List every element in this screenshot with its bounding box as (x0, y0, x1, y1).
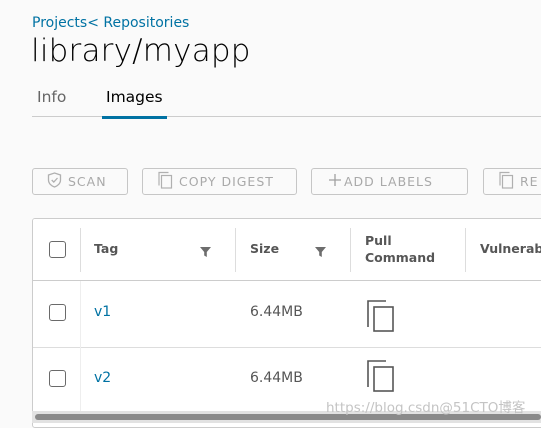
add-labels-button[interactable]: ADD LABELS (311, 168, 468, 195)
tab-bar: Info Images (32, 83, 541, 119)
tab-images[interactable]: Images (102, 88, 167, 119)
tab-info[interactable]: Info (37, 88, 66, 106)
select-all-checkbox[interactable] (49, 241, 66, 258)
breadcrumb-projects-link[interactable]: Projects (32, 15, 87, 31)
plus-icon (328, 173, 344, 190)
breadcrumb-repositories-link[interactable]: Repositories (103, 15, 189, 31)
size-value: 6.44MB (250, 304, 303, 320)
shield-check-icon (47, 172, 68, 191)
copy-icon (157, 171, 179, 192)
column-header-tag[interactable]: Tag (94, 240, 118, 257)
retag-button-label: RE (520, 174, 539, 189)
column-separator (80, 347, 81, 413)
row-checkbox[interactable] (49, 304, 66, 321)
page-title: library/myapp (31, 33, 251, 69)
copy-icon[interactable] (366, 299, 396, 333)
copy-icon[interactable] (366, 359, 396, 393)
filter-icon[interactable] (200, 247, 211, 257)
tag-link[interactable]: v1 (94, 304, 111, 320)
breadcrumb-separator: < (87, 15, 99, 31)
add-labels-button-label: ADD LABELS (344, 174, 433, 189)
copy-digest-button[interactable]: COPY DIGEST (142, 168, 297, 195)
watermark: https://blog.csdn@51CTO博客 (326, 400, 526, 416)
column-separator (80, 228, 81, 272)
tag-link[interactable]: v2 (94, 370, 111, 386)
row-checkbox[interactable] (49, 370, 66, 387)
copy-icon (498, 171, 520, 192)
copy-digest-button-label: COPY DIGEST (179, 174, 274, 189)
column-header-size[interactable]: Size (250, 240, 279, 257)
column-separator[interactable] (235, 228, 236, 272)
scan-button[interactable]: SCAN (32, 168, 128, 195)
table-row: v1 6.44MB (33, 281, 541, 348)
column-separator (80, 281, 81, 347)
column-header-vulnerability[interactable]: Vulnerab (480, 240, 541, 257)
size-value: 6.44MB (250, 370, 303, 386)
scan-button-label: SCAN (68, 174, 107, 189)
retag-button[interactable]: RE (483, 168, 541, 195)
column-separator[interactable] (465, 228, 466, 272)
breadcrumb: Projects< Repositories (32, 15, 189, 31)
filter-icon[interactable] (315, 247, 326, 257)
datagrid-header: Tag Size Pull Command Vulnerab (33, 219, 541, 281)
column-header-pull-command[interactable]: Pull Command (365, 232, 435, 266)
column-separator[interactable] (350, 228, 351, 272)
